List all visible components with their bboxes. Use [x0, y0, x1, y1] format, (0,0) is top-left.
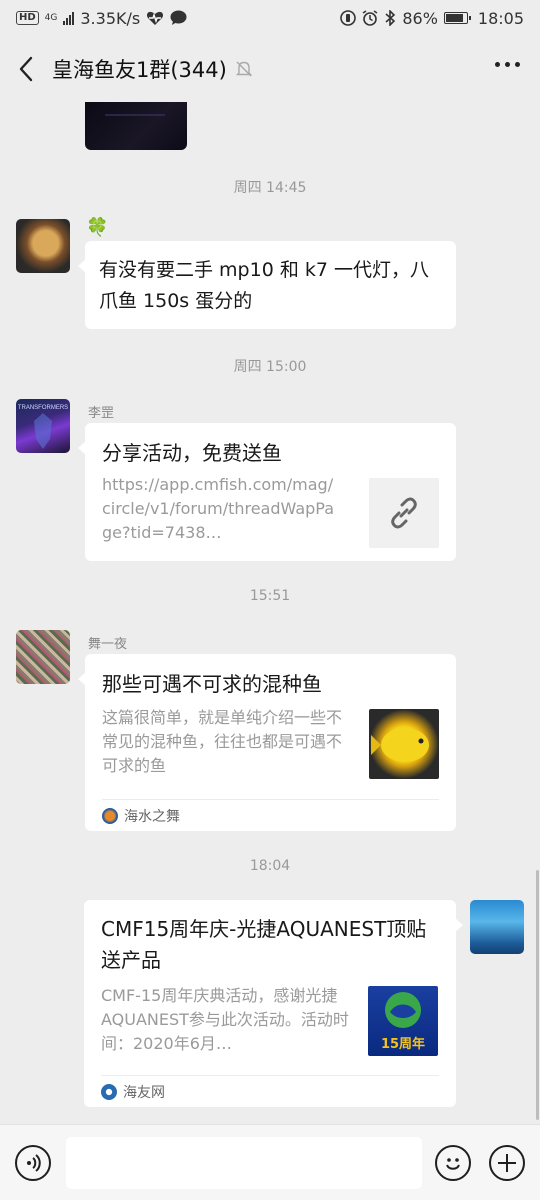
timestamp: 周四 15:00	[233, 359, 307, 375]
avatar[interactable]	[470, 900, 524, 954]
text-message-bubble[interactable]: 有没有要二手 mp10 和 k7 一代灯，八爪鱼 150s 蛋分的	[78, 241, 456, 329]
back-button[interactable]	[0, 36, 52, 102]
more-options-button[interactable]	[489, 56, 526, 73]
smiley-icon	[446, 1158, 460, 1170]
emoji-button[interactable]	[435, 1145, 471, 1181]
anniversary-thumbnail: 15周年	[368, 986, 438, 1056]
timestamp: 15:51	[249, 588, 291, 604]
source-name: 海友网	[123, 1084, 165, 1101]
timestamp: 18:04	[249, 858, 291, 874]
source-logo-icon	[101, 1083, 117, 1100]
scrollbar[interactable]	[536, 870, 539, 1120]
heart-rate-icon	[147, 11, 164, 25]
bluetooth-icon	[385, 10, 396, 26]
fish-thumbnail	[369, 709, 439, 779]
voice-icon	[27, 1154, 41, 1172]
network-type: 4G	[44, 12, 58, 23]
more-functions-button[interactable]	[489, 1145, 525, 1181]
card-title: CMF15周年庆-光捷AQUANEST顶贴送产品	[101, 917, 427, 972]
clock: 18:05	[477, 8, 524, 28]
chat-title[interactable]: 皇海鱼友1群(344)	[52, 54, 227, 84]
sender-name: 李罡	[88, 406, 115, 421]
thumbnail-text: 15周年	[380, 1037, 426, 1052]
card-description: 这篇很简单，就是单纯介绍一些不常见的混种鱼，往往也都是可遇不可求的鱼	[102, 708, 343, 775]
input-bar	[0, 1124, 540, 1200]
source-logo-icon	[102, 807, 118, 824]
chevron-left-icon	[19, 56, 33, 82]
vibrate-icon	[340, 10, 357, 26]
link-card-message[interactable]: 那些可遇不可求的混种鱼 这篇很简单，就是单纯介绍一些不常见的混种鱼，往往也都是可…	[78, 654, 456, 831]
dot-icon	[515, 62, 520, 67]
avatar[interactable]: TRANSFORMERS	[16, 399, 70, 453]
previous-image-message[interactable]	[85, 102, 187, 150]
alarm-icon	[362, 10, 378, 26]
signal-icon	[63, 11, 75, 25]
card-source: 海友网	[101, 1075, 439, 1107]
link-icon	[369, 478, 439, 548]
source-name: 海水之舞	[124, 808, 180, 825]
battery-percent: 86%	[402, 8, 438, 28]
voice-input-button[interactable]	[15, 1145, 51, 1181]
dot-icon	[505, 62, 510, 67]
message-input[interactable]	[66, 1137, 422, 1189]
chat-header: 皇海鱼友1群(344)	[0, 36, 540, 102]
card-title: 那些可遇不可求的混种鱼	[102, 672, 322, 696]
svg-text:TRANSFORMERS: TRANSFORMERS	[18, 405, 68, 411]
timestamp: 周四 14:45	[233, 180, 307, 196]
card-title: 分享活动，免费送鱼	[102, 441, 282, 465]
chat-bubble-icon	[170, 10, 187, 25]
link-card-message[interactable]: 分享活动，免费送鱼 https://app.cmfish.com/mag/cir…	[78, 423, 456, 561]
sender-name: 🍀	[86, 217, 109, 238]
card-description: https://app.cmfish.com/mag/circle/v1/for…	[102, 475, 335, 542]
card-description: CMF-15周年庆典活动，感谢光捷AQUANEST参与此次活动。活动时间：202…	[101, 986, 349, 1053]
hd-icon: HD	[16, 11, 39, 25]
dot-icon	[495, 62, 500, 67]
mute-icon	[235, 60, 253, 78]
card-source: 海水之舞	[102, 799, 439, 831]
sender-name: 舞一夜	[88, 637, 128, 652]
avatar[interactable]	[16, 219, 70, 273]
chat-message-list[interactable]: 周四 14:45 🍀 有没有要二手 mp10 和 k7 一代灯，八爪鱼 150s…	[0, 102, 540, 1124]
battery-icon	[443, 12, 471, 24]
avatar[interactable]	[16, 630, 70, 684]
link-card-message[interactable]: CMF15周年庆-光捷AQUANEST顶贴送产品 CMF-15周年庆典活动，感谢…	[84, 900, 463, 1107]
network-speed: 3.35K/s	[80, 8, 141, 28]
message-text: 有没有要二手 mp10 和 k7 一代灯，八爪鱼 150s 蛋分的	[99, 259, 429, 312]
status-bar: HD 4G 3.35K/s 86% 18:05	[0, 0, 540, 36]
